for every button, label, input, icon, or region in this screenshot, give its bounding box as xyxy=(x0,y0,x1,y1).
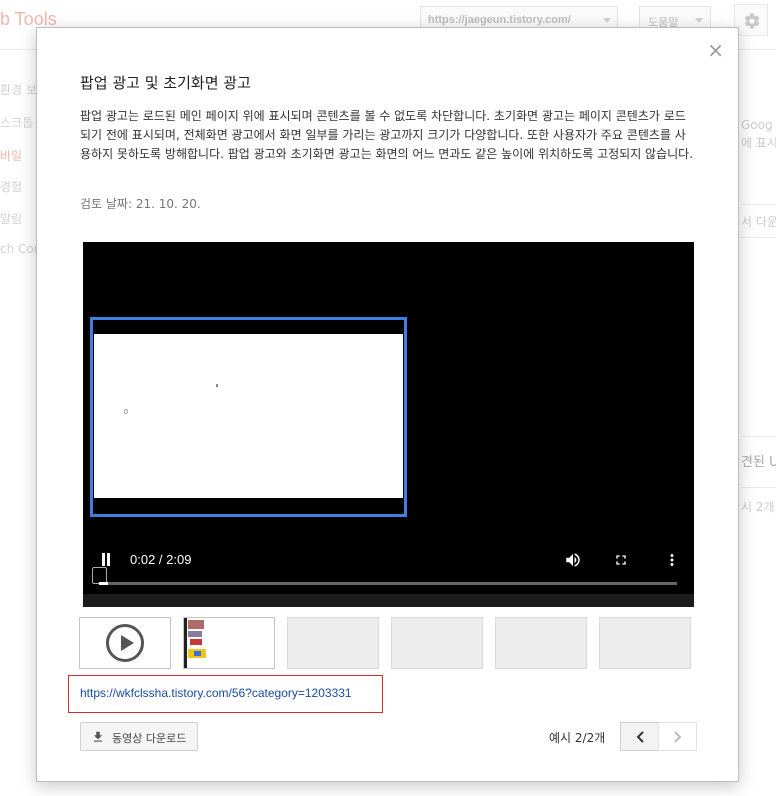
gear-icon xyxy=(744,13,760,29)
background-text: Goog xyxy=(741,118,773,132)
thumbnail-empty[interactable] xyxy=(391,617,483,669)
divider xyxy=(741,237,776,238)
download-icon xyxy=(93,731,103,742)
download-video-label: 동영상 다운로드 xyxy=(112,732,187,745)
thumbnail-video[interactable] xyxy=(79,617,171,669)
sidebar-item[interactable]: 알림 xyxy=(0,210,22,227)
sidebar-item[interactable]: 경험 xyxy=(0,178,22,195)
sidebar-item[interactable]: 스크톱 xyxy=(0,114,33,131)
progress-fill xyxy=(99,582,109,585)
close-icon[interactable]: × xyxy=(707,40,724,60)
more-options-icon[interactable] xyxy=(663,551,681,569)
download-video-button[interactable]: 동영상 다운로드 xyxy=(80,722,198,751)
thumbnail-empty[interactable] xyxy=(287,617,379,669)
settings-button[interactable] xyxy=(734,4,768,36)
property-url-label: https://jaegeun.tistory.com/ xyxy=(428,14,571,26)
chevron-down-icon xyxy=(603,18,611,23)
example-url-highlight: https://wkfclssha.tistory.com/56?categor… xyxy=(68,675,383,713)
dialog-description: 팝업 광고는 로드된 메인 페이지 위에 표시되며 콘텐츠를 볼 수 없도록 차… xyxy=(80,109,694,161)
pager-text: 예시 2/2개 xyxy=(549,731,606,745)
background-text: 에 표시 xyxy=(741,136,776,150)
pause-button[interactable] xyxy=(101,553,111,566)
video-player[interactable]: 0:02 / 2:09 xyxy=(83,242,694,607)
example-url-link[interactable]: https://wkfclssha.tistory.com/56?categor… xyxy=(80,686,352,700)
sidebar-item[interactable]: 환경 보 xyxy=(0,81,37,98)
dialog-title: 팝업 광고 및 초기화면 광고 xyxy=(80,74,251,92)
previous-button[interactable] xyxy=(620,722,659,751)
thumbnail-empty[interactable] xyxy=(495,617,587,669)
fullscreen-icon[interactable] xyxy=(613,552,629,568)
chevron-down-icon xyxy=(695,18,703,23)
example-dialog: × 팝업 광고 및 초기화면 광고 팝업 광고는 로드된 메인 페이지 위에 표… xyxy=(36,27,739,782)
divider xyxy=(741,436,776,437)
chevron-left-icon xyxy=(636,731,644,743)
play-icon xyxy=(106,624,144,662)
divider xyxy=(741,204,776,205)
screenshot-thumbnail-image xyxy=(184,618,274,668)
thumbnail-empty[interactable] xyxy=(599,617,691,669)
next-button[interactable] xyxy=(658,722,697,751)
review-date: 검토 날짜: 21. 10. 20. xyxy=(80,197,201,211)
thumbnail-screenshot[interactable] xyxy=(183,617,275,669)
chevron-right-icon xyxy=(674,731,682,743)
progress-bar[interactable] xyxy=(99,582,677,585)
background-text: 견된 U xyxy=(741,455,776,470)
highlighted-ad-frame xyxy=(90,317,407,517)
volume-icon[interactable] xyxy=(564,551,582,569)
video-time: 0:02 / 2:09 xyxy=(130,552,192,567)
background-text: 서 다운 xyxy=(741,215,776,229)
divider xyxy=(741,487,776,488)
background-text: 시 2개 xyxy=(741,500,775,514)
ad-content xyxy=(94,334,403,498)
sidebar-item-active[interactable]: 바일 xyxy=(0,147,22,164)
